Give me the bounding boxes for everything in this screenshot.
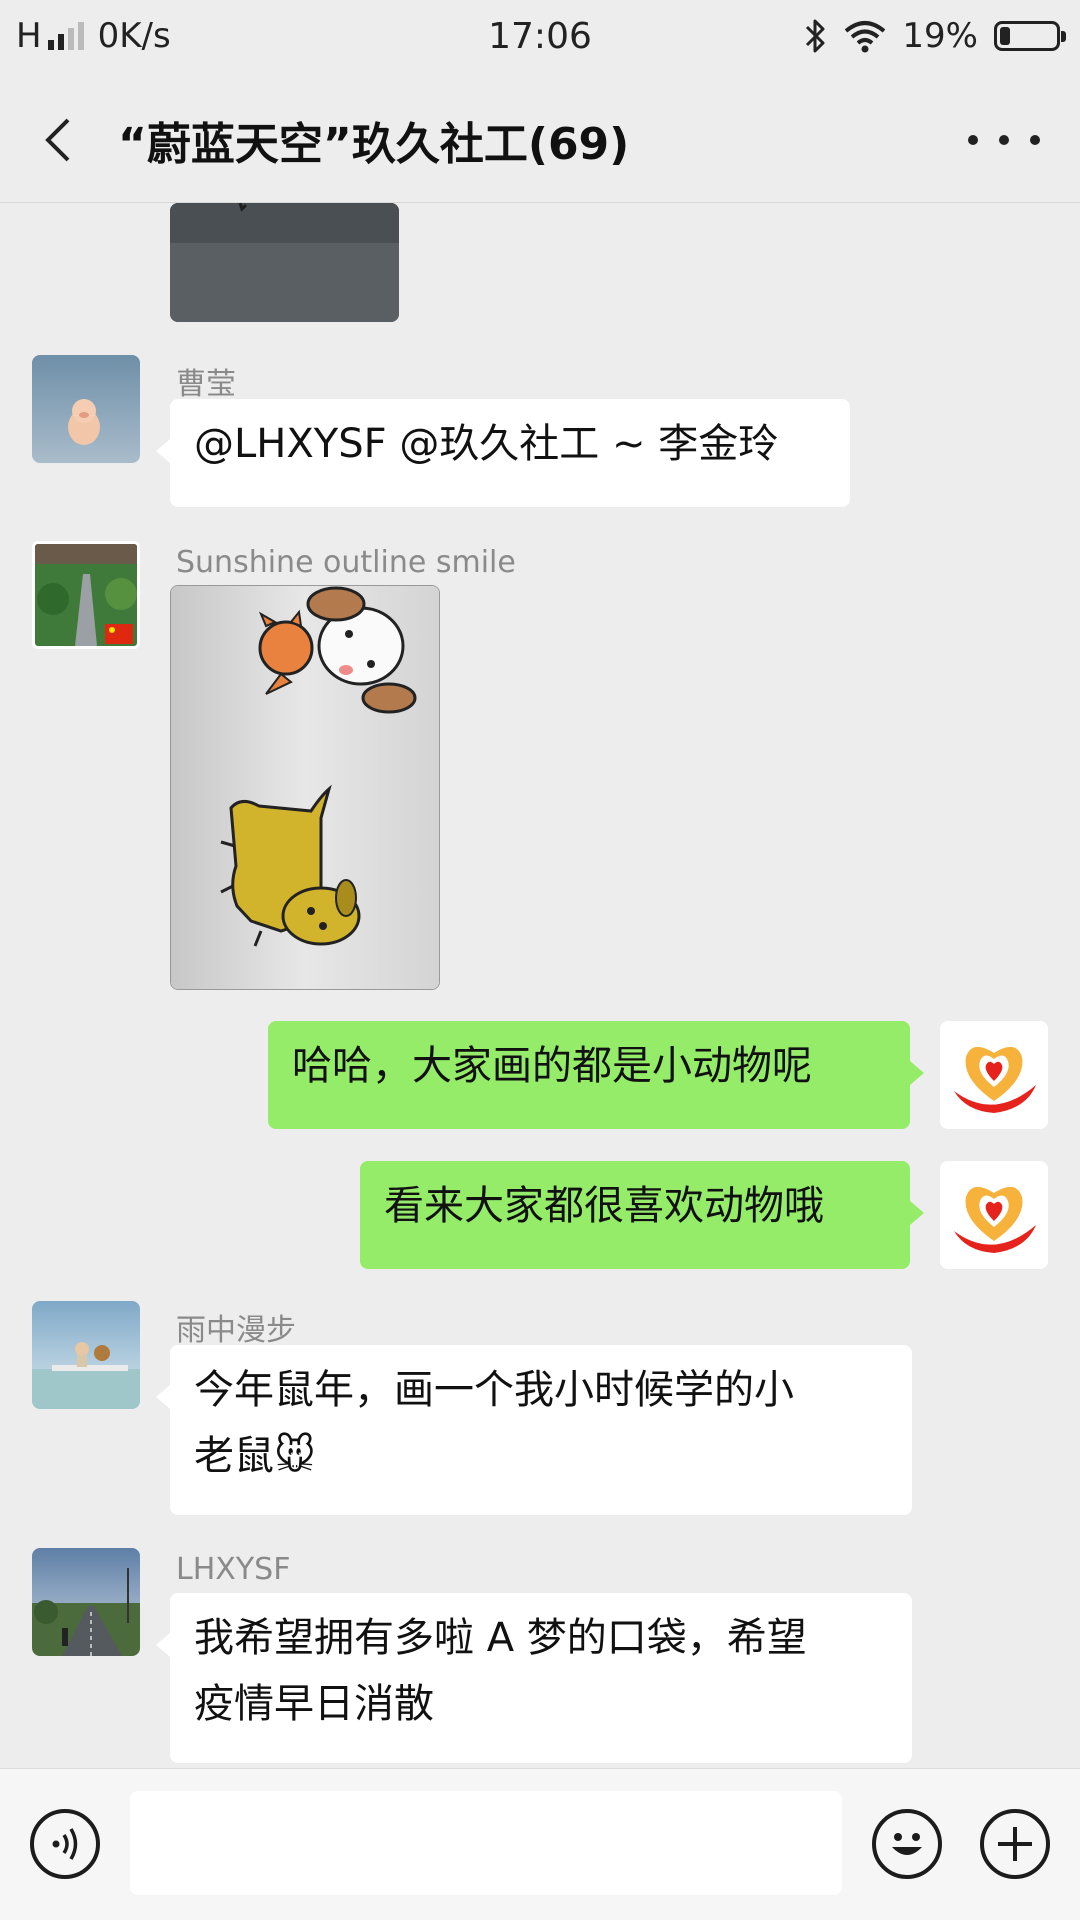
emoji-icon: [892, 1833, 922, 1855]
battery-fill: [1000, 27, 1010, 45]
road-landscape-avatar: [32, 1548, 140, 1656]
status-bar: H 0K/s 17:06 19%: [0, 0, 1080, 80]
back-button[interactable]: [30, 110, 90, 170]
more-dot: [1030, 135, 1040, 145]
wifi-icon: [845, 21, 886, 53]
voice-button[interactable]: [30, 1809, 100, 1879]
status-right: 19%: [804, 16, 1066, 56]
emoji-button[interactable]: [872, 1809, 942, 1879]
pig-figurine-avatar: [32, 355, 140, 463]
more-button[interactable]: [968, 120, 1040, 160]
battery-icon: [994, 21, 1066, 51]
message-bubble[interactable]: 哈哈，大家画的都是小动物呢: [268, 1021, 924, 1129]
chat-header: “蔚蓝天空”玖久社工(69): [0, 80, 1080, 203]
chevron-left-icon: [45, 118, 70, 162]
sender-name: 雨中漫步: [176, 1313, 296, 1348]
sea-child-avatar: [32, 1301, 140, 1409]
message-text-line: 今年鼠年，画一个我小时候学的小: [194, 1367, 794, 1413]
more-dot: [999, 135, 1009, 145]
message-bubble[interactable]: @LHXYSF @玖久社工 ~ 李金玲: [156, 399, 850, 507]
chat-title: “蔚蓝天空”玖久社工(69): [118, 119, 630, 170]
voice-icon: [52, 1828, 78, 1860]
message-text: 哈哈，大家画的都是小动物呢: [292, 1043, 812, 1089]
sender-name: Sunshine outline smile: [176, 545, 516, 580]
message-text: @LHXYSF @玖久社工 ~ 李金玲: [194, 421, 779, 467]
avatar[interactable]: [32, 355, 140, 463]
garden-path-avatar: [35, 544, 137, 646]
message-bubble[interactable]: 我希望拥有多啦 A 梦的口袋，希望 疫情早日消散: [156, 1593, 912, 1763]
message-text-line: 老鼠🐭: [194, 1433, 316, 1479]
message-bubble[interactable]: 看来大家都很喜欢动物哦: [360, 1161, 924, 1269]
image-message[interactable]: [170, 585, 440, 990]
partial-image: [170, 203, 399, 322]
message-list[interactable]: 曹莹 @LHXYSF @玖久社工 ~ 李金玲 Sunshine outline …: [0, 203, 1080, 1768]
avatar[interactable]: [940, 1161, 1048, 1269]
input-bar: [0, 1768, 1080, 1920]
avatar[interactable]: [940, 1021, 1048, 1129]
drawing-of-puppies: [171, 586, 439, 989]
plus-icon: [998, 1827, 1032, 1861]
heart-logo-avatar: [940, 1021, 1048, 1129]
avatar[interactable]: [32, 1548, 140, 1656]
more-functions-button[interactable]: [980, 1809, 1050, 1879]
heart-logo-avatar: [940, 1161, 1048, 1269]
image-message[interactable]: [170, 203, 399, 322]
message-input[interactable]: [130, 1791, 842, 1895]
battery-percent: 19%: [902, 16, 978, 56]
avatar[interactable]: [32, 1301, 140, 1409]
chat-screen: H 0K/s 17:06 19% “蔚蓝天空”玖久社工(69) 曹莹 @LHXY…: [0, 0, 1080, 1920]
message-text-line: 疫情早日消散: [194, 1681, 434, 1727]
sender-name: LHXYSF: [176, 1552, 291, 1587]
more-dots-icon: [968, 135, 978, 145]
message-bubble[interactable]: 今年鼠年，画一个我小时候学的小 老鼠🐭: [156, 1345, 912, 1515]
sender-name: 曹莹: [176, 367, 236, 402]
message-text-line: 我希望拥有多啦 A 梦的口袋，希望: [194, 1615, 807, 1661]
bluetooth-icon: [806, 19, 825, 53]
avatar[interactable]: [32, 541, 140, 649]
message-text: 看来大家都很喜欢动物哦: [384, 1183, 824, 1229]
